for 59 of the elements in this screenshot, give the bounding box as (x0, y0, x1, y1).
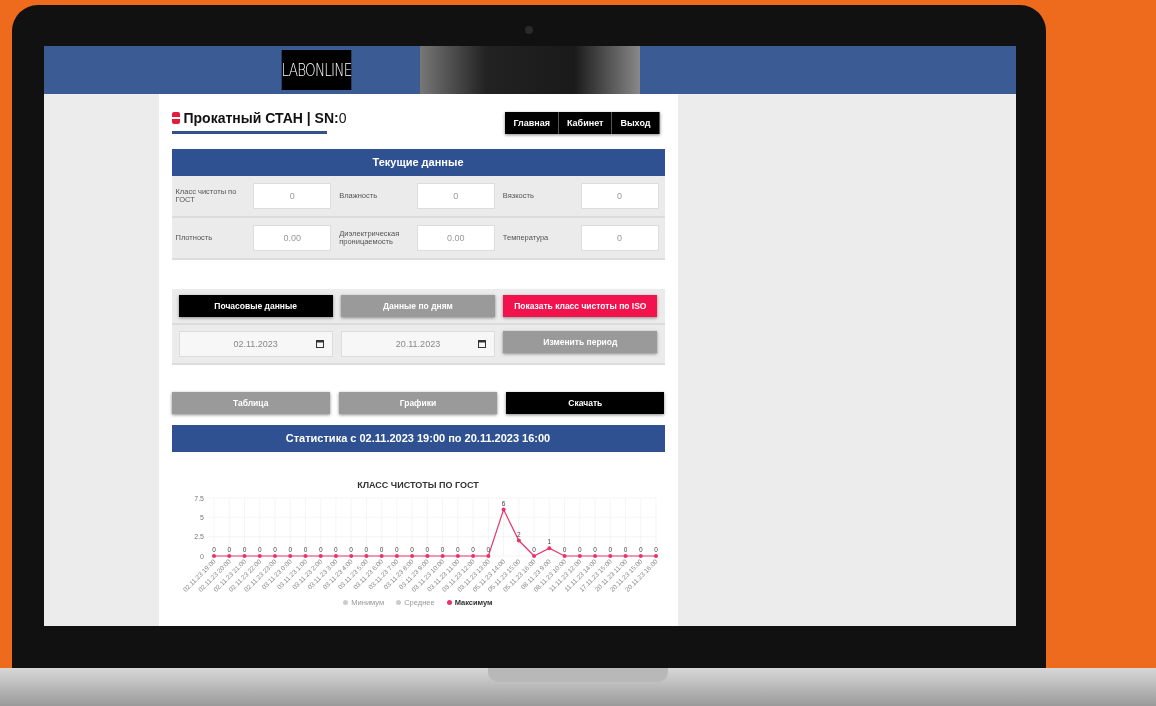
view-button[interactable]: Таблица (171, 392, 330, 414)
date-field[interactable]: 02.11.2023 (178, 331, 333, 357)
value-field[interactable]: 0 (580, 225, 659, 251)
data-point (242, 554, 246, 558)
nav-button[interactable]: Кабинет (559, 112, 613, 134)
data-point (485, 554, 490, 558)
section-heading: Текущие данные (171, 149, 665, 176)
data-point (394, 554, 399, 558)
data-point (501, 507, 506, 512)
mode-button[interactable]: Показать класс чистоты по ISO (503, 295, 658, 317)
data-point (531, 554, 536, 558)
data-point (607, 554, 612, 558)
data-point (287, 554, 292, 558)
data-point (562, 554, 567, 558)
data-point (318, 554, 323, 558)
view-button[interactable]: Графики (338, 392, 498, 414)
minus-icon[interactable] (171, 112, 180, 124)
data-point (470, 554, 475, 558)
data-point (424, 554, 429, 558)
data-point (409, 554, 414, 558)
data-point (379, 554, 384, 558)
stats-heading: Статистика с 02.11.2023 19:00 по 20.11.2023 16:00 (171, 425, 665, 452)
data-point (623, 554, 627, 558)
data-point (546, 546, 551, 551)
mode-button[interactable]: Почасовые данные (178, 295, 333, 317)
data-point (653, 554, 658, 558)
data-point (516, 538, 521, 543)
data-point (592, 554, 597, 558)
data-point (211, 554, 216, 558)
data-point (638, 554, 643, 558)
camera-icon (525, 26, 533, 34)
data-point (455, 554, 460, 558)
logo[interactable]: LABONLINE (281, 50, 352, 90)
data-point (333, 554, 338, 558)
calendar-icon[interactable] (315, 340, 324, 348)
date-value: 20.11.2023 (395, 339, 441, 349)
data-point (226, 554, 231, 558)
data-point (302, 554, 307, 558)
device-title: Прокатный СТАН | SN:0 (183, 110, 347, 126)
date-field[interactable]: 20.11.2023 (340, 331, 496, 357)
value-field[interactable]: 0 (416, 183, 495, 209)
calendar-icon[interactable] (478, 340, 487, 348)
value-field[interactable]: 0 (253, 183, 332, 209)
data-point (577, 554, 582, 558)
nav-button[interactable]: Выход (612, 112, 660, 134)
date-value: 02.11.2023 (233, 339, 278, 349)
nav-button[interactable]: Главная (505, 112, 559, 134)
data-point (348, 554, 353, 558)
data-point (257, 554, 262, 558)
mode-button[interactable]: Данные по дням (340, 295, 496, 317)
apply-button[interactable]: Изменить период (503, 331, 658, 353)
data-point (363, 554, 368, 558)
data-point (440, 554, 445, 558)
data-point (272, 554, 277, 558)
value-field[interactable]: 0 (580, 183, 659, 209)
value-field[interactable]: 0.00 (253, 225, 332, 251)
value-field[interactable]: 0.00 (416, 225, 495, 251)
view-button[interactable]: Скачать (506, 392, 665, 414)
chart-title: КЛАСС ЧИСТОТЫ ПО ГОСТ (356, 480, 480, 490)
